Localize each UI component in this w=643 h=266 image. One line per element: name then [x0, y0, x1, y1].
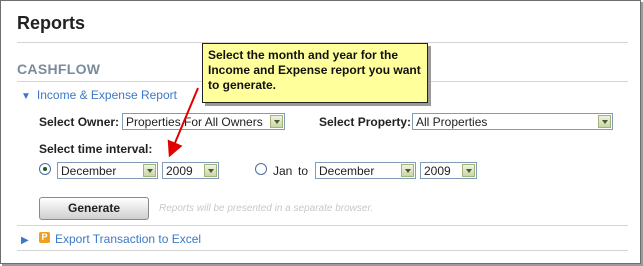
callout-arrow [167, 87, 199, 158]
